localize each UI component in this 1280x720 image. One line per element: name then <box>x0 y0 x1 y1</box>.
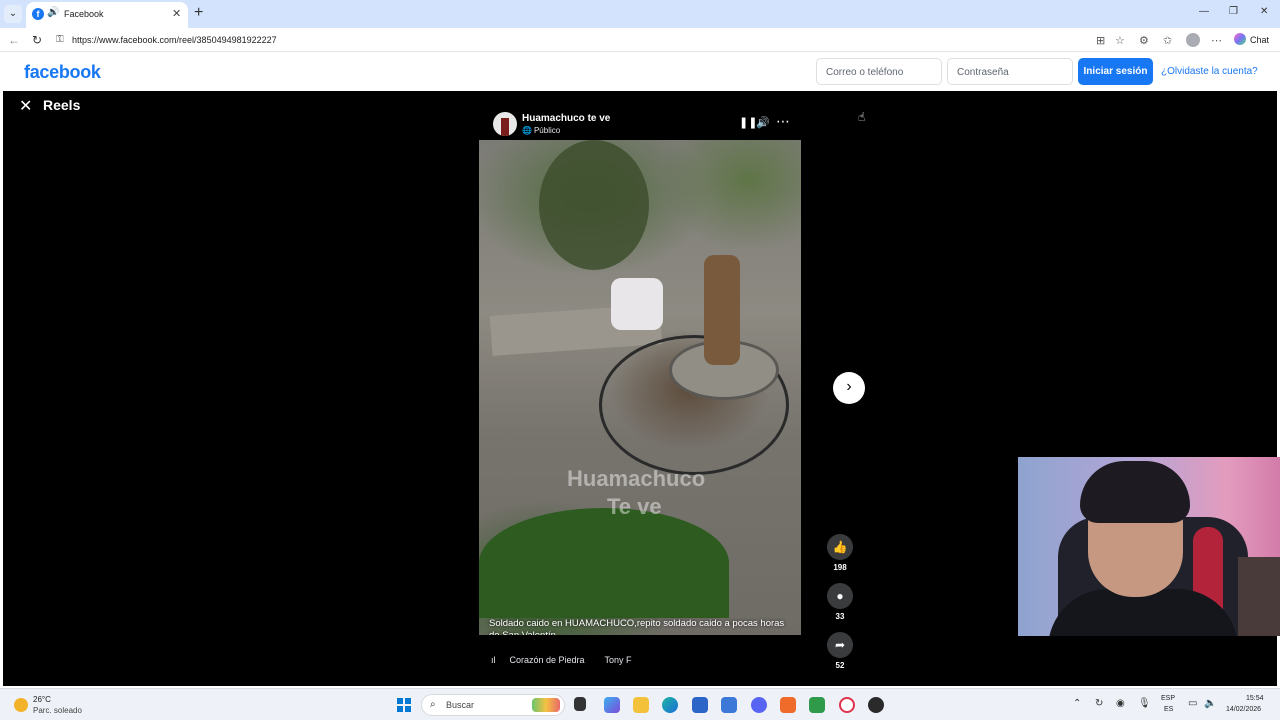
search-icon: ⌕ <box>430 699 436 710</box>
address-bar: ← ↻ ⚿ https://www.facebook.com/reel/3850… <box>0 28 1280 52</box>
like-icon[interactable]: 👍 <box>827 534 853 560</box>
weather-sun-icon[interactable] <box>14 698 28 712</box>
password-field[interactable]: Contraseña <box>947 58 1073 85</box>
share-action[interactable]: ➦ 52 <box>827 632 853 670</box>
language-indicator[interactable]: ESP <box>1161 695 1175 702</box>
reel-video[interactable]: Huamachuco Te ve Soldado caido en HUAMAC… <box>479 140 801 635</box>
music-artist: Tony F <box>604 655 632 665</box>
video-watermark: Te ve <box>607 494 662 519</box>
video-watermark: Huamachuco <box>567 466 706 491</box>
brave-browser-icon[interactable] <box>780 697 796 713</box>
site-info-icon[interactable]: ⚿ <box>56 34 64 45</box>
tab-title: Facebook <box>64 9 104 19</box>
globe-icon: 🌐 <box>522 126 532 135</box>
favorite-star-icon[interactable]: ☆ <box>1115 34 1125 47</box>
browser-tab-strip: ⌄ f 🔊 Facebook ✕ + — ❐ ✕ <box>0 0 1280 28</box>
network-icon[interactable]: ▭ <box>1188 698 1197 709</box>
share-count: 52 <box>835 661 845 670</box>
facebook-favicon-icon: f <box>32 8 44 20</box>
search-label: Buscar <box>446 700 475 710</box>
url-text: https://www.facebook.com/reel/3850494981… <box>72 35 277 45</box>
url-field[interactable]: ⚿ https://www.facebook.com/reel/38504949… <box>52 31 1132 49</box>
pause-icon[interactable]: ❚❚ <box>739 116 757 129</box>
author-avatar[interactable] <box>493 112 517 136</box>
discord-app-icon[interactable] <box>751 697 767 713</box>
facebook-header: facebook Correo o teléfono Contraseña In… <box>0 53 1280 91</box>
volume-tray-icon[interactable]: 🔈 <box>1204 698 1216 709</box>
profile-avatar-icon[interactable] <box>1186 33 1200 47</box>
video-tree <box>539 140 649 270</box>
microphone-icon[interactable]: 🎙 <box>1138 698 1151 709</box>
game-app-icon[interactable] <box>809 697 825 713</box>
next-reel-button[interactable]: › <box>833 372 865 404</box>
video-couple <box>611 278 663 330</box>
like-action[interactable]: 👍 198 <box>827 534 853 572</box>
back-icon[interactable]: ← <box>8 33 20 47</box>
store-app-icon[interactable] <box>692 697 708 713</box>
opera-browser-icon[interactable] <box>839 697 855 713</box>
browser-menu-icon[interactable]: ⋯ <box>1211 34 1222 47</box>
chat-label: Chat <box>1250 35 1270 45</box>
audience-label: 🌐 Público <box>522 126 560 135</box>
file-explorer-icon[interactable] <box>633 697 649 713</box>
task-view-icon[interactable] <box>574 697 586 711</box>
audio-playing-icon[interactable]: 🔊 <box>47 7 59 18</box>
weather-description[interactable]: Parc. soleado <box>33 706 82 715</box>
weather-temperature[interactable]: 26°C <box>33 695 51 704</box>
share-icon[interactable]: ➦ <box>827 632 853 658</box>
forgot-account-link[interactable]: ¿Olvidaste la cuenta? <box>1161 66 1258 77</box>
outlook-app-icon[interactable] <box>721 697 737 713</box>
copilot-chat-button[interactable]: Chat <box>1234 33 1269 47</box>
clock-date[interactable]: 14/02/2026 <box>1226 706 1261 713</box>
webcam-overlay <box>1018 457 1280 636</box>
widgets-app-icon[interactable] <box>604 697 620 713</box>
volume-icon[interactable]: 🔊 <box>756 116 770 129</box>
author-name[interactable]: Huamachuco te ve <box>522 113 610 124</box>
login-button[interactable]: Iniciar sesión <box>1078 58 1153 85</box>
search-highlight-icon <box>532 698 560 712</box>
comment-count: 33 <box>835 612 845 621</box>
facebook-logo[interactable]: facebook <box>24 62 101 83</box>
mouse-cursor-icon: ☝ <box>858 110 866 124</box>
favorites-icon[interactable]: ✩ <box>1163 34 1172 47</box>
restore-icon[interactable]: ❐ <box>1229 6 1238 17</box>
window-close-icon[interactable]: ✕ <box>1260 6 1268 17</box>
close-icon[interactable]: ✕ <box>19 96 32 116</box>
extensions-icon[interactable]: ⚙ <box>1139 34 1149 47</box>
new-tab-icon[interactable]: + <box>194 4 203 22</box>
minimize-icon[interactable]: — <box>1199 6 1209 17</box>
reload-icon[interactable]: ↻ <box>32 33 42 47</box>
reels-title: Reels <box>43 97 81 113</box>
clock-time[interactable]: 15:54 <box>1246 695 1264 702</box>
music-song: Corazón de Piedra <box>509 655 585 665</box>
tray-app-icon[interactable]: ◉ <box>1116 698 1125 709</box>
more-icon[interactable]: ⋯ <box>776 113 790 130</box>
copilot-icon <box>1234 33 1246 45</box>
music-info[interactable]: ıl Corazón de Piedra Tony F <box>491 655 632 667</box>
video-statue <box>704 255 740 365</box>
music-icon: ıl <box>491 655 496 665</box>
chevron-right-icon: › <box>846 378 852 395</box>
webcam-shelf <box>1238 557 1280 636</box>
tray-overflow-icon[interactable]: ⌃ <box>1073 698 1081 709</box>
edge-browser-icon[interactable] <box>662 697 678 713</box>
comment-icon[interactable]: ● <box>827 583 853 609</box>
email-field[interactable]: Correo o teléfono <box>816 58 942 85</box>
browser-tab[interactable]: f 🔊 Facebook ✕ <box>26 2 188 28</box>
comment-action[interactable]: ● 33 <box>827 583 853 621</box>
tray-sync-icon[interactable]: ↻ <box>1095 698 1103 709</box>
app-available-icon[interactable]: ⊞ <box>1096 34 1105 47</box>
reel-caption: Soldado caido en HUAMACHUCO,repito solda… <box>489 618 785 635</box>
windows-taskbar: 26°C Parc. soleado ⌕ Buscar ⌃ ↻ ◉ 🎙 ESP … <box>0 688 1280 720</box>
windows-start-icon[interactable] <box>397 698 411 712</box>
audience-text: Público <box>533 126 561 135</box>
taskbar-search[interactable]: ⌕ Buscar <box>421 694 565 716</box>
keyboard-layout[interactable]: ES <box>1164 706 1173 713</box>
webcam-person-hair <box>1080 461 1190 523</box>
tab-close-icon[interactable]: ✕ <box>172 7 181 20</box>
obs-app-icon[interactable] <box>868 697 884 713</box>
tab-actions-menu-icon[interactable]: ⌄ <box>4 5 22 23</box>
like-count: 198 <box>833 563 847 572</box>
video-hedge <box>479 508 729 618</box>
